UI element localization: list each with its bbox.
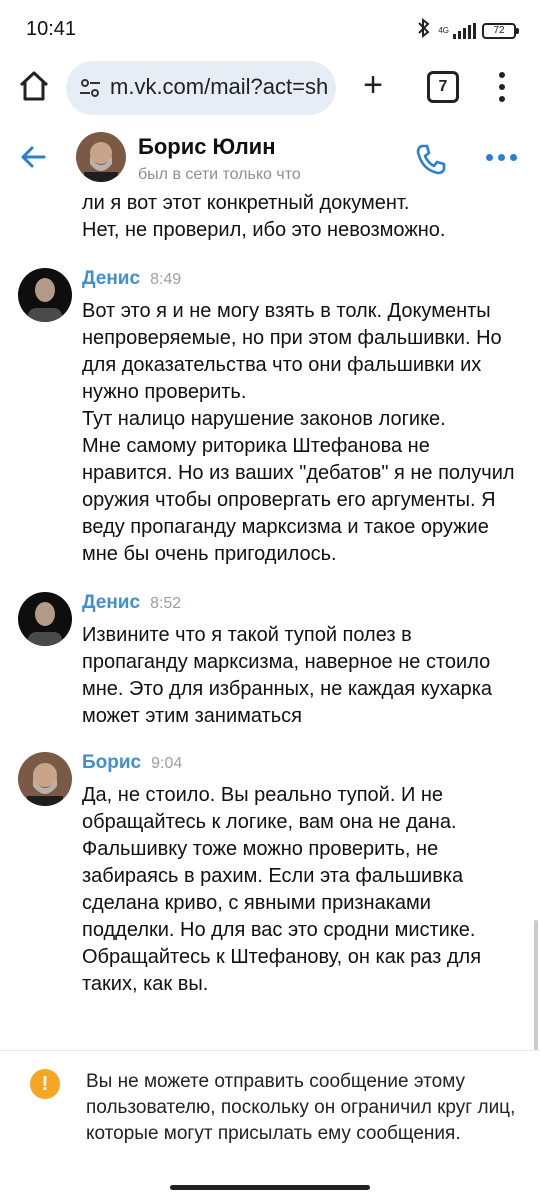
avatar[interactable]	[18, 752, 72, 806]
chat-title[interactable]: Борис Юлин	[138, 134, 276, 160]
more-icon[interactable]	[486, 154, 517, 161]
message-item: Денис 8:52 Извините что я такой тупой пол…	[0, 592, 540, 732]
message-author[interactable]: Денис	[82, 268, 140, 289]
message-meta: Денис 8:49	[82, 268, 181, 292]
status-icons: 4G 72	[416, 17, 519, 43]
scrollbar[interactable]	[534, 920, 538, 1050]
message-text: Да, не стоило. Вы реально тупой. И не об…	[82, 784, 482, 995]
back-arrow-icon[interactable]	[18, 142, 48, 172]
battery-level: 72	[493, 24, 505, 36]
chat-header: Борис Юлин был в сети только что	[0, 120, 540, 192]
avatar[interactable]	[18, 268, 72, 322]
battery-icon: 72	[482, 22, 519, 39]
signal-icon	[453, 22, 476, 39]
tune-icon[interactable]	[78, 76, 102, 100]
message-author[interactable]: Денис	[82, 592, 140, 613]
message-text: Вот это я и не могу взять в толк. Докуме…	[82, 300, 515, 565]
cannot-send-notice: ! Вы не можете отправить сообщение этому…	[0, 1050, 540, 1169]
warning-icon: !	[30, 1069, 60, 1099]
status-bar: 10:41 4G 72	[0, 0, 540, 58]
online-status: был в сети только что	[138, 166, 301, 183]
network-type: 4G	[438, 26, 449, 35]
message-item: Денис 8:49 Вот это я и не могу взять в то…	[0, 268, 540, 568]
new-tab-button[interactable]: +	[356, 68, 390, 102]
phone-icon[interactable]	[414, 142, 448, 176]
message-time: 8:49	[150, 271, 182, 288]
notice-text: Вы не можете отправить сообщение этому п…	[86, 1071, 516, 1144]
gesture-nav-handle[interactable]	[170, 1185, 370, 1190]
url-text: m.vk.com/mail?act=sh	[110, 74, 329, 99]
message-text: Извините что я такой тупой полез в пропа…	[82, 624, 493, 727]
tabs-button[interactable]: 7	[427, 71, 459, 103]
browser-toolbar: m.vk.com/mail?act=sh + 7	[0, 58, 540, 120]
message-continuation: ли я вот этот конкретный документ. Нет, …	[82, 192, 446, 241]
avatar[interactable]	[76, 132, 126, 182]
avatar[interactable]	[18, 592, 72, 646]
status-time: 10:41	[26, 18, 77, 40]
home-icon[interactable]	[16, 68, 52, 104]
address-bar[interactable]: m.vk.com/mail?act=sh	[66, 61, 336, 115]
bluetooth-icon	[416, 17, 432, 43]
message-meta: Денис 8:52	[82, 592, 181, 616]
message-meta: Борис 9:04	[82, 752, 182, 776]
kebab-menu-icon[interactable]	[498, 72, 506, 102]
message-item: Борис 9:04 Да, не стоило. Вы реально тупо…	[0, 752, 540, 1012]
message-time: 9:04	[151, 755, 183, 772]
message-author[interactable]: Борис	[82, 752, 141, 773]
message-time: 8:52	[150, 595, 182, 612]
